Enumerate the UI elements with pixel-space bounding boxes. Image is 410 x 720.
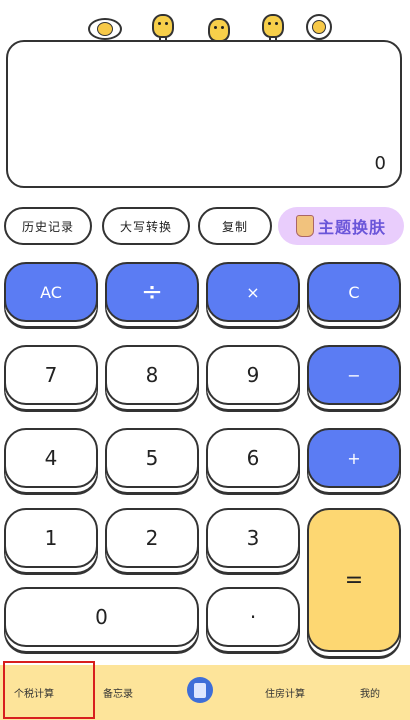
fried-egg-icon [306, 14, 332, 40]
four-key[interactable]: 4 [4, 428, 98, 488]
two-key[interactable]: 2 [105, 508, 199, 568]
minus-key[interactable]: − [307, 345, 401, 405]
six-key[interactable]: 6 [206, 428, 300, 488]
nine-key[interactable]: 9 [206, 345, 300, 405]
decimal-point-key[interactable]: · [206, 587, 300, 647]
uppercase-convert-button[interactable]: 大写转换 [102, 207, 190, 245]
multiply-key[interactable]: × [206, 262, 300, 322]
eight-key[interactable]: 8 [105, 345, 199, 405]
chick-icon [152, 14, 174, 44]
theme-label: 主题换肤 [317, 218, 386, 237]
zero-key[interactable]: 0 [4, 587, 199, 647]
chick-icon [208, 18, 230, 48]
display-value: 0 [374, 153, 386, 174]
result-display: 0 [6, 40, 402, 188]
ac-key[interactable]: AC [4, 262, 98, 322]
selection-highlight [3, 661, 95, 719]
equals-key[interactable]: = [307, 508, 401, 652]
seven-key[interactable]: 7 [4, 345, 98, 405]
history-button[interactable]: 历史记录 [4, 207, 92, 245]
three-key[interactable]: 3 [206, 508, 300, 568]
five-key[interactable]: 5 [105, 428, 199, 488]
document-icon [194, 682, 206, 698]
nav-center-button[interactable] [187, 677, 213, 703]
divide-key[interactable]: ÷ [105, 262, 199, 322]
clear-key[interactable]: C [307, 262, 401, 322]
chick-icon [262, 14, 284, 44]
nav-notes[interactable]: 备忘录 [103, 685, 133, 700]
drink-icon [295, 215, 314, 237]
fried-egg-icon [88, 18, 122, 40]
nav-house-calc[interactable]: 住房计算 [265, 685, 305, 700]
one-key[interactable]: 1 [4, 508, 98, 568]
plus-key[interactable]: + [307, 428, 401, 488]
nav-mine[interactable]: 我的 [360, 685, 380, 700]
theme-button[interactable]: 主题换肤 [278, 207, 404, 245]
copy-button[interactable]: 复制 [198, 207, 272, 245]
